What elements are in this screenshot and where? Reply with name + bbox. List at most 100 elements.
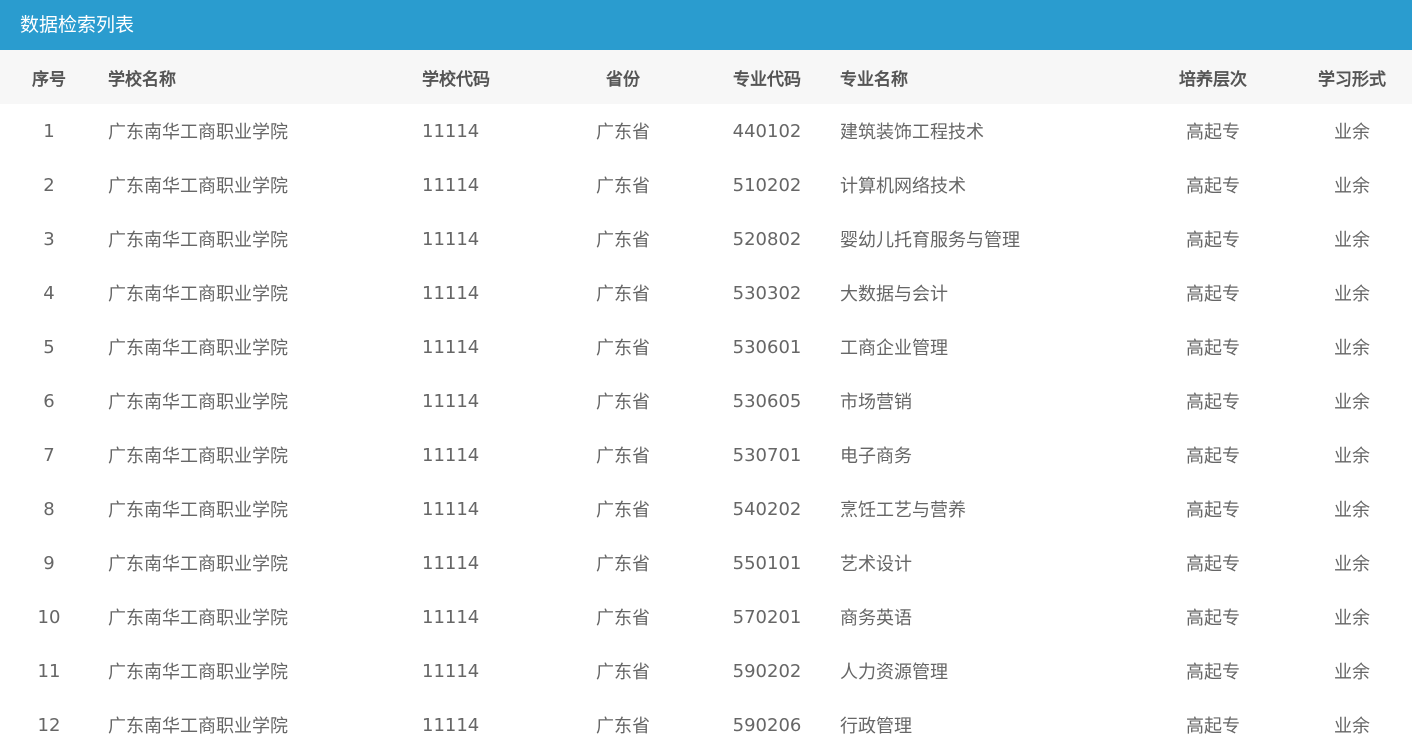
table-row[interactable]: 3 广东南华工商职业学院 11114 广东省 520802 婴幼儿托育服务与管理 高起专 业余: [0, 212, 1412, 266]
row-major-code: 530601: [732, 336, 802, 358]
row-major-code: 570201: [732, 606, 802, 628]
table-row[interactable]: 8 广东南华工商职业学院 11114 广东省 540202 烹饪工艺与营养 高起专 业余: [0, 482, 1412, 536]
col-header-major-code[interactable]: 专业代码: [694, 65, 840, 90]
table-header-row: 序号 学校名称 学校代码 省份 专业代码 专业名称 培养层次 学习形式: [0, 50, 1412, 104]
row-province: 广东省: [596, 284, 650, 305]
row-level: 高起专: [1186, 500, 1240, 521]
row-major-name: 烹饪工艺与营养: [840, 500, 966, 521]
row-school-name: 广东南华工商职业学院: [108, 122, 288, 143]
row-study-mode: 业余: [1334, 554, 1370, 575]
row-major-code: 550101: [732, 552, 802, 574]
row-level: 高起专: [1186, 122, 1240, 143]
row-seq: 10: [37, 606, 61, 628]
row-level: 高起专: [1186, 608, 1240, 629]
row-major-code: 540202: [732, 498, 802, 520]
row-major-code: 510202: [732, 174, 802, 196]
row-school-name: 广东南华工商职业学院: [108, 716, 288, 737]
row-school-name: 广东南华工商职业学院: [108, 338, 288, 359]
row-school-code: 11114: [422, 390, 480, 412]
row-province: 广东省: [596, 230, 650, 251]
row-level: 高起专: [1186, 338, 1240, 359]
row-major-code: 440102: [732, 120, 802, 142]
col-header-seq[interactable]: 序号: [0, 65, 108, 90]
table-row[interactable]: 7 广东南华工商职业学院 11114 广东省 530701 电子商务 高起专 业余: [0, 428, 1412, 482]
row-seq: 6: [43, 390, 55, 412]
row-major-name: 计算机网络技术: [840, 176, 966, 197]
row-province: 广东省: [596, 122, 650, 143]
row-school-name: 广东南华工商职业学院: [108, 392, 288, 413]
results-table: 序号 学校名称 学校代码 省份 专业代码 专业名称 培养层次 学习形式 1 广东南…: [0, 50, 1412, 752]
row-major-code: 530302: [732, 282, 802, 304]
row-study-mode: 业余: [1334, 338, 1370, 359]
row-seq: 12: [37, 714, 61, 736]
row-province: 广东省: [596, 392, 650, 413]
row-major-name: 行政管理: [840, 716, 912, 737]
row-school-name: 广东南华工商职业学院: [108, 230, 288, 251]
row-study-mode: 业余: [1334, 392, 1370, 413]
row-school-code: 11114: [422, 444, 480, 466]
row-major-code: 520802: [732, 228, 802, 250]
row-study-mode: 业余: [1334, 122, 1370, 143]
table-row[interactable]: 2 广东南华工商职业学院 11114 广东省 510202 计算机网络技术 高起专 业余: [0, 158, 1412, 212]
row-major-code: 590202: [732, 660, 802, 682]
row-major-code: 590206: [732, 714, 802, 736]
panel-title: 数据检索列表: [0, 0, 1412, 50]
row-school-name: 广东南华工商职业学院: [108, 662, 288, 683]
table-row[interactable]: 1 广东南华工商职业学院 11114 广东省 440102 建筑装饰工程技术 高起专 业余: [0, 104, 1412, 158]
col-header-province[interactable]: 省份: [552, 65, 694, 90]
row-major-code: 530605: [732, 390, 802, 412]
table-row[interactable]: 10 广东南华工商职业学院 11114 广东省 570201 商务英语 高起专 业余: [0, 590, 1412, 644]
row-seq: 7: [43, 444, 55, 466]
col-header-level[interactable]: 培养层次: [1134, 65, 1292, 90]
row-study-mode: 业余: [1334, 230, 1370, 251]
row-province: 广东省: [596, 662, 650, 683]
row-school-code: 11114: [422, 336, 480, 358]
row-major-name: 人力资源管理: [840, 662, 948, 683]
row-seq: 4: [43, 282, 55, 304]
row-seq: 1: [43, 120, 55, 142]
row-seq: 9: [43, 552, 55, 574]
row-school-code: 11114: [422, 498, 480, 520]
row-study-mode: 业余: [1334, 446, 1370, 467]
col-header-school-code[interactable]: 学校代码: [422, 65, 552, 90]
row-study-mode: 业余: [1334, 176, 1370, 197]
row-level: 高起专: [1186, 716, 1240, 737]
row-major-name: 电子商务: [840, 446, 912, 467]
row-level: 高起专: [1186, 176, 1240, 197]
data-search-panel: 数据检索列表 序号 学校名称 学校代码 省份 专业代码 专业名称 培养层次 学习…: [0, 0, 1412, 751]
col-header-school-name[interactable]: 学校名称: [108, 65, 422, 90]
row-school-code: 11114: [422, 714, 480, 736]
row-school-code: 11114: [422, 606, 480, 628]
row-province: 广东省: [596, 338, 650, 359]
row-study-mode: 业余: [1334, 284, 1370, 305]
table-row[interactable]: 11 广东南华工商职业学院 11114 广东省 590202 人力资源管理 高起专 业余: [0, 644, 1412, 698]
row-level: 高起专: [1186, 662, 1240, 683]
table-row[interactable]: 4 广东南华工商职业学院 11114 广东省 530302 大数据与会计 高起专 业余: [0, 266, 1412, 320]
row-province: 广东省: [596, 500, 650, 521]
table-row[interactable]: 12 广东南华工商职业学院 11114 广东省 590206 行政管理 高起专 业余: [0, 698, 1412, 752]
row-major-name: 大数据与会计: [840, 284, 948, 305]
row-major-name: 工商企业管理: [840, 338, 948, 359]
row-province: 广东省: [596, 176, 650, 197]
table-row[interactable]: 5 广东南华工商职业学院 11114 广东省 530601 工商企业管理 高起专 业余: [0, 320, 1412, 374]
row-major-code: 530701: [732, 444, 802, 466]
row-study-mode: 业余: [1334, 608, 1370, 629]
row-province: 广东省: [596, 554, 650, 575]
table-row[interactable]: 6 广东南华工商职业学院 11114 广东省 530605 市场营销 高起专 业余: [0, 374, 1412, 428]
row-province: 广东省: [596, 716, 650, 737]
row-school-name: 广东南华工商职业学院: [108, 608, 288, 629]
row-school-code: 11114: [422, 660, 480, 682]
row-major-name: 建筑装饰工程技术: [840, 122, 984, 143]
table-row[interactable]: 9 广东南华工商职业学院 11114 广东省 550101 艺术设计 高起专 业余: [0, 536, 1412, 590]
col-header-study-mode[interactable]: 学习形式: [1292, 65, 1412, 90]
col-header-major-name[interactable]: 专业名称: [840, 65, 1134, 90]
row-major-name: 商务英语: [840, 608, 912, 629]
row-seq: 8: [43, 498, 55, 520]
row-school-code: 11114: [422, 282, 480, 304]
row-province: 广东省: [596, 608, 650, 629]
row-seq: 2: [43, 174, 55, 196]
table-body: 1 广东南华工商职业学院 11114 广东省 440102 建筑装饰工程技术 高起专 业余 2 广…: [0, 104, 1412, 752]
row-study-mode: 业余: [1334, 716, 1370, 737]
row-major-name: 市场营销: [840, 392, 912, 413]
row-level: 高起专: [1186, 284, 1240, 305]
